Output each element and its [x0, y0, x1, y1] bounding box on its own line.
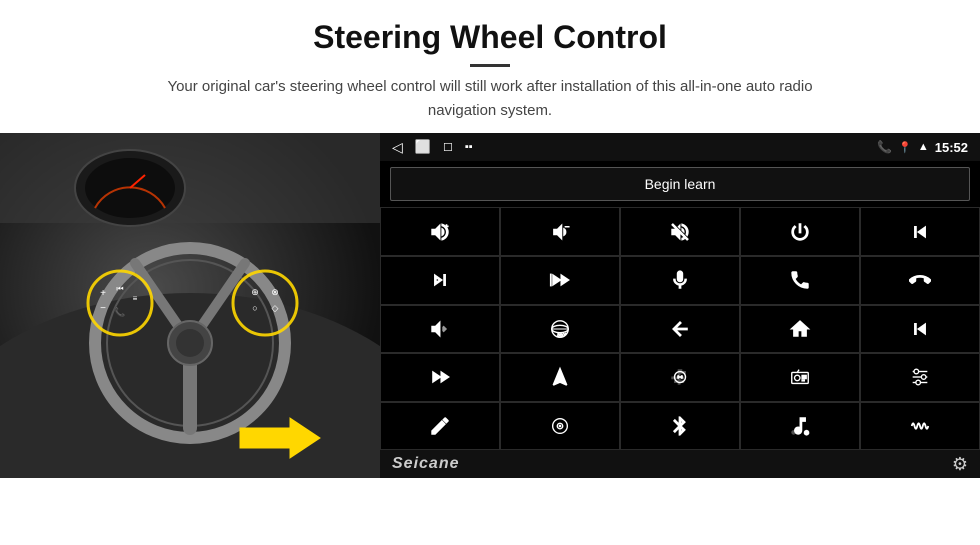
svg-text:📞: 📞: [114, 306, 126, 317]
ctrl-phone[interactable]: [740, 256, 860, 305]
back-arrow-icon: ◁: [392, 139, 403, 156]
ctrl-fast-fwd[interactable]: [380, 353, 500, 402]
wifi-icon: ▲: [918, 141, 929, 153]
ctrl-skip-back[interactable]: [860, 305, 980, 354]
page-title: Steering Wheel Control: [40, 18, 940, 56]
svg-text:360°: 360°: [557, 332, 567, 337]
ctrl-navigate[interactable]: [500, 353, 620, 402]
subtitle-text: Your original car's steering wheel contr…: [140, 75, 840, 123]
svg-text:⏮: ⏮: [116, 284, 123, 293]
seicane-bar: Seicane ⚙: [380, 450, 980, 478]
svg-text:≡: ≡: [133, 294, 138, 303]
ctrl-prev[interactable]: [860, 207, 980, 256]
page-container: Steering Wheel Control Your original car…: [0, 0, 980, 545]
svg-text:−: −: [565, 222, 570, 231]
header-section: Steering Wheel Control Your original car…: [0, 0, 980, 133]
ctrl-radio[interactable]: [740, 353, 860, 402]
svg-text:⊕: ⊕: [251, 287, 259, 297]
svg-text:⚙: ⚙: [804, 430, 810, 437]
settings-gear-icon[interactable]: ⚙: [952, 454, 968, 475]
ctrl-vol-down[interactable]: −: [500, 207, 620, 256]
controls-grid: + −: [380, 207, 980, 450]
ctrl-horn[interactable]: [380, 305, 500, 354]
ctrl-mute[interactable]: [620, 207, 740, 256]
svg-text:○: ○: [252, 303, 257, 313]
ctrl-mic[interactable]: [620, 256, 740, 305]
svg-text:+: +: [445, 223, 449, 230]
ctrl-next[interactable]: [380, 256, 500, 305]
ctrl-back[interactable]: [620, 305, 740, 354]
ctrl-hangup[interactable]: [860, 256, 980, 305]
ctrl-home-android[interactable]: [740, 305, 860, 354]
status-left: ◁ ⬜ ☐ ▪▪: [392, 139, 473, 156]
phone-status-icon: 📞: [877, 140, 892, 154]
car-image: + − ⏮ ≡ 📞 ⊕ ⊗ ○ ◇: [0, 133, 380, 478]
ctrl-eq[interactable]: [620, 353, 740, 402]
begin-learn-bar: Begin learn: [380, 161, 980, 207]
time-display: 15:52: [935, 140, 968, 155]
recent-icon: ☐: [443, 141, 453, 154]
home-status-icon: ⬜: [415, 139, 431, 155]
ctrl-ff-pause[interactable]: [500, 256, 620, 305]
svg-text:⊗: ⊗: [271, 287, 279, 297]
seicane-logo: Seicane: [392, 455, 459, 473]
car-bg: + − ⏮ ≡ 📞 ⊕ ⊗ ○ ◇: [0, 133, 380, 478]
android-panel: ◁ ⬜ ☐ ▪▪ 📞 📍 ▲ 15:52 Begin learn: [380, 133, 980, 478]
ctrl-media[interactable]: [500, 402, 620, 451]
svg-text:+: +: [100, 288, 106, 299]
content-section: + − ⏮ ≡ 📞 ⊕ ⊗ ○ ◇: [0, 133, 980, 545]
ctrl-edit[interactable]: [380, 402, 500, 451]
ctrl-bluetooth[interactable]: [620, 402, 740, 451]
ctrl-360[interactable]: 360°: [500, 305, 620, 354]
media-status-icon: ▪▪: [465, 141, 473, 153]
ctrl-vol-up[interactable]: +: [380, 207, 500, 256]
ctrl-music[interactable]: ⚙: [740, 402, 860, 451]
status-bar: ◁ ⬜ ☐ ▪▪ 📞 📍 ▲ 15:52: [380, 133, 980, 161]
svg-text:−: −: [100, 303, 106, 314]
ctrl-mixer[interactable]: [860, 353, 980, 402]
status-right: 📞 📍 ▲ 15:52: [877, 140, 968, 155]
ctrl-wave[interactable]: [860, 402, 980, 451]
ctrl-power[interactable]: [740, 207, 860, 256]
title-divider: [470, 64, 510, 67]
svg-text:◇: ◇: [272, 303, 279, 313]
location-icon: 📍: [898, 141, 912, 154]
steering-wheel-svg: + − ⏮ ≡ 📞 ⊕ ⊗ ○ ◇: [0, 133, 380, 478]
begin-learn-button[interactable]: Begin learn: [390, 167, 970, 201]
